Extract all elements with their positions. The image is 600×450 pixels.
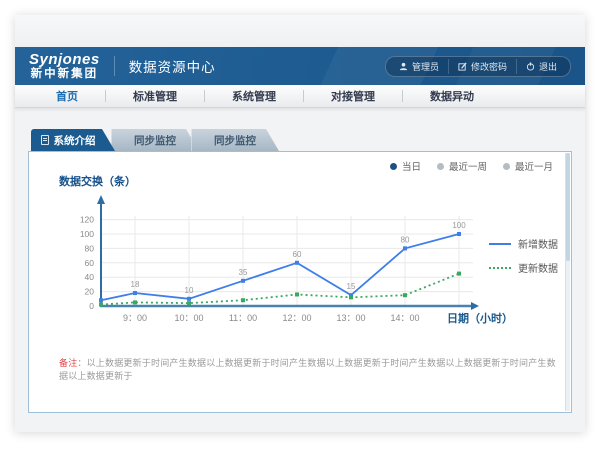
filter-label: 最近一月 — [515, 159, 553, 173]
filter-today[interactable]: 当日 — [390, 159, 421, 173]
nav-item-home[interactable]: 首页 — [29, 88, 105, 104]
tab-label: 同步监控 — [134, 133, 176, 148]
app-window: Synjones 新中新集团 数据资源中心 管理员 修改密码 — [15, 15, 585, 432]
company-logo: Synjones 新中新集团 — [29, 52, 100, 80]
svg-text:60: 60 — [293, 250, 302, 259]
svg-text:100: 100 — [80, 229, 94, 239]
app-title: 数据资源中心 — [114, 56, 216, 76]
chart-container: 0 20 40 60 80 100 120 9：00 10：00 11：00 12：00 13：00 1… — [55, 188, 487, 343]
footnote-prefix: 备注 — [59, 358, 77, 368]
svg-text:100: 100 — [452, 221, 466, 230]
logout-button[interactable]: 退出 — [516, 59, 566, 74]
tab-sync-monitor-2[interactable]: 同步监控 — [191, 129, 279, 151]
main-nav: 首页 标准管理 系统管理 对接管理 数据异动 — [15, 85, 585, 108]
svg-text:10：00: 10：00 — [174, 313, 203, 323]
dotted-line-swatch — [489, 267, 511, 269]
x-axis-title: 日期（小时） — [447, 310, 513, 326]
edit-icon — [458, 62, 467, 71]
panel-scrollbar[interactable] — [565, 153, 570, 411]
y-axis-title: 数据交换（条） — [59, 173, 136, 189]
svg-text:15: 15 — [347, 282, 356, 291]
filter-label: 最近一周 — [449, 159, 487, 173]
logout-icon — [526, 62, 535, 71]
change-password-label: 修改密码 — [471, 60, 507, 73]
svg-text:60: 60 — [85, 258, 95, 268]
svg-text:18: 18 — [131, 280, 140, 289]
filter-label: 当日 — [402, 159, 421, 173]
tab-sync-monitor-1[interactable]: 同步监控 — [111, 129, 199, 151]
nav-item-interface-mgmt[interactable]: 对接管理 — [304, 88, 402, 104]
admin-user-button[interactable]: 管理员 — [390, 59, 448, 74]
header: Synjones 新中新集团 数据资源中心 管理员 修改密码 — [15, 47, 585, 85]
exchange-line-chart: 0 20 40 60 80 100 120 9：00 10：00 11：00 12：00 13：00 1… — [55, 188, 487, 338]
svg-text:10: 10 — [185, 286, 194, 295]
content-area: 系统介绍 同步监控 同步监控 当日 最近一周 — [15, 108, 585, 413]
tabs: 系统介绍 同步监控 同步监控 — [28, 129, 572, 151]
svg-text:11：00: 11：00 — [229, 313, 257, 323]
legend-item-updated-data: 更新数据 — [489, 260, 558, 275]
svg-text:9：00: 9：00 — [123, 313, 147, 323]
radio-unselected-icon — [503, 163, 510, 170]
legend-label: 新增数据 — [518, 236, 558, 251]
tab-label: 同步监控 — [214, 133, 256, 148]
svg-text:0: 0 — [89, 301, 94, 311]
chart-legend: 新增数据 更新数据 — [489, 236, 558, 275]
tab-system-intro[interactable]: 系统介绍 — [31, 129, 115, 151]
radio-unselected-icon — [437, 163, 444, 170]
logo-text-en: Synjones — [29, 52, 100, 68]
logo-text-cn: 新中新集团 — [29, 68, 100, 80]
svg-text:20: 20 — [85, 287, 95, 297]
footnote: 备注：以上数据更新于时间产生数据以上数据更新于时间产生数据以上数据更新于时间产生… — [59, 356, 557, 382]
window-top-area — [15, 15, 585, 47]
solid-line-swatch — [489, 243, 511, 245]
time-filter-group: 当日 最近一周 最近一月 — [390, 159, 553, 173]
nav-item-data-change[interactable]: 数据异动 — [403, 88, 501, 104]
nav-item-system-mgmt[interactable]: 系统管理 — [205, 88, 303, 104]
legend-label: 更新数据 — [518, 260, 558, 275]
user-menu: 管理员 修改密码 退出 — [385, 56, 571, 77]
document-icon — [41, 135, 49, 145]
filter-last-week[interactable]: 最近一周 — [437, 159, 487, 173]
svg-text:13：00: 13：00 — [336, 313, 365, 323]
svg-text:120: 120 — [80, 215, 94, 225]
tab-label: 系统介绍 — [54, 133, 96, 148]
svg-text:40: 40 — [85, 272, 95, 282]
legend-item-new-data: 新增数据 — [489, 236, 558, 251]
svg-text:12：00: 12：00 — [282, 313, 311, 323]
page: Synjones 新中新集团 数据资源中心 管理员 修改密码 — [0, 0, 600, 450]
footnote-text: ：以上数据更新于时间产生数据以上数据更新于时间产生数据以上数据更新于时间产生数据… — [59, 358, 556, 381]
svg-text:80: 80 — [85, 243, 95, 253]
nav-item-standard-mgmt[interactable]: 标准管理 — [106, 88, 204, 104]
change-password-button[interactable]: 修改密码 — [448, 59, 516, 74]
chart-panel: 当日 最近一周 最近一月 数据交换（条） 0 20 40 60 80 100 120 9：00… — [28, 151, 572, 413]
filter-last-month[interactable]: 最近一月 — [503, 159, 553, 173]
user-icon — [399, 62, 408, 71]
svg-text:35: 35 — [239, 268, 248, 277]
logout-label: 退出 — [539, 60, 557, 73]
radio-selected-icon — [390, 163, 397, 170]
admin-user-label: 管理员 — [412, 60, 439, 73]
svg-text:14：00: 14：00 — [390, 313, 419, 323]
svg-text:80: 80 — [401, 235, 410, 244]
scrollbar-thumb[interactable] — [566, 153, 570, 261]
